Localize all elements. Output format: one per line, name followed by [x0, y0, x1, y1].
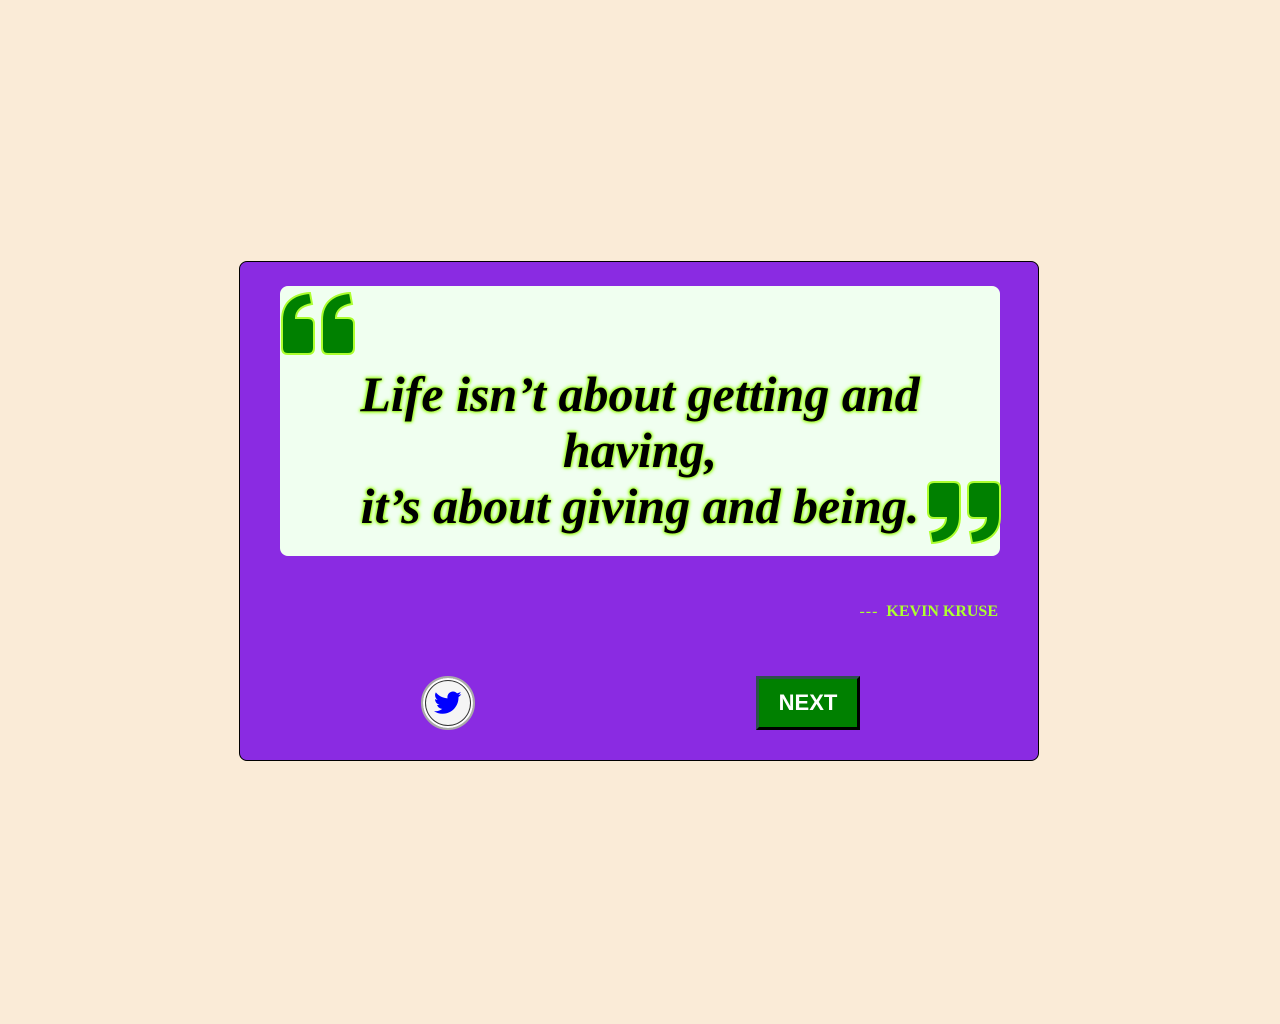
- quote-author: --- KEVIN KRUSE: [859, 603, 998, 621]
- twitter-bird-icon: [434, 691, 462, 714]
- quote-line-2: it’s about giving and being.: [360, 478, 920, 534]
- quote-panel: Life isn’t about getting and having, it’s…: [280, 286, 1001, 556]
- tweet-button[interactable]: [421, 676, 475, 730]
- quote-text: Life isn’t about getting and having, it’s…: [280, 366, 1000, 534]
- close-quote-icon: [927, 481, 1001, 545]
- quote-card: Life isn’t about getting and having, it’s…: [239, 261, 1039, 761]
- next-button[interactable]: NEXT: [756, 676, 860, 730]
- author-dashes: ---: [859, 603, 879, 620]
- quote-line-1: Life isn’t about getting and having,: [360, 366, 920, 478]
- open-quote-icon: [281, 291, 355, 355]
- author-name: KEVIN KRUSE: [886, 603, 998, 620]
